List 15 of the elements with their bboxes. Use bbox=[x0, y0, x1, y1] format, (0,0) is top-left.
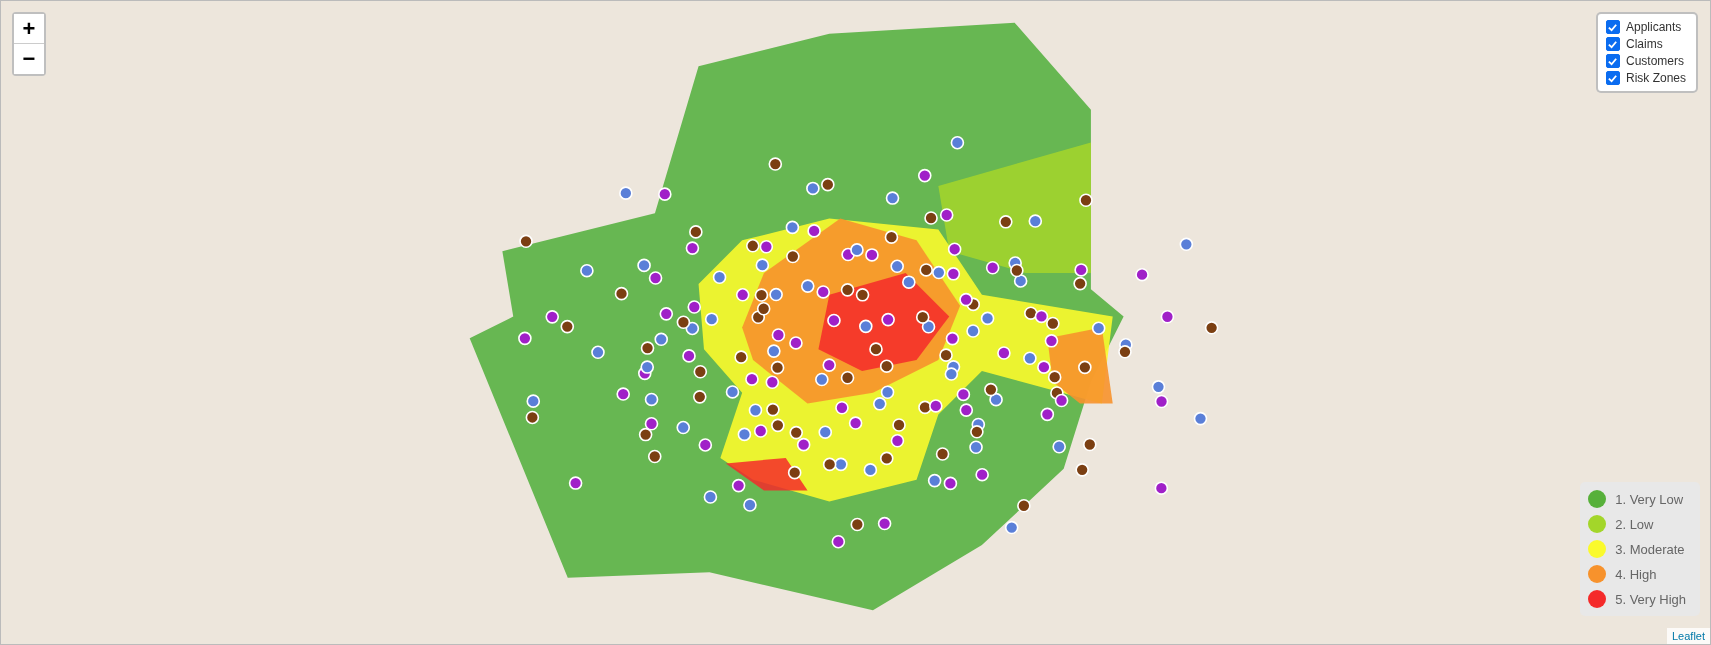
zoom-in-button[interactable]: + bbox=[14, 14, 44, 44]
layer-label: Risk Zones bbox=[1625, 71, 1686, 85]
layer-checkbox[interactable] bbox=[1605, 37, 1620, 51]
legend-label: 1. Very Low bbox=[1615, 491, 1684, 507]
legend-label: 5. Very High bbox=[1615, 591, 1686, 607]
layer-label: Customers bbox=[1625, 54, 1684, 68]
legend-label: 4. High bbox=[1615, 566, 1657, 582]
layer-checkbox[interactable] bbox=[1605, 20, 1620, 34]
layer-label: Applicants bbox=[1625, 20, 1682, 34]
attribution-link[interactable]: Leaflet bbox=[1666, 628, 1710, 644]
legend-label: 3. Moderate bbox=[1615, 541, 1685, 557]
layer-label: Claims bbox=[1625, 37, 1663, 51]
layer-checkbox[interactable] bbox=[1605, 54, 1620, 68]
legend-label: 2. Low bbox=[1615, 516, 1654, 532]
layer-checkbox[interactable] bbox=[1605, 71, 1620, 85]
